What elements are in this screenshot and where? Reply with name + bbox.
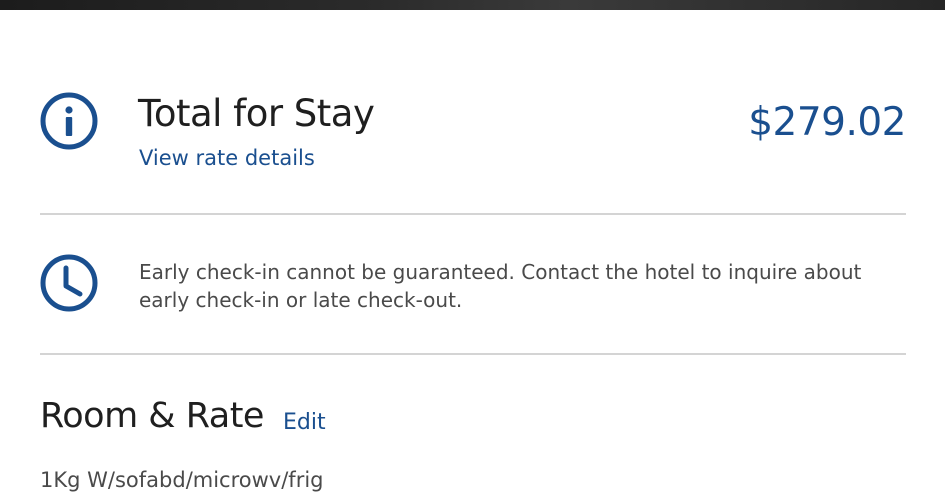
total-price: $279.02 [748,100,906,145]
check-in-notice-section: Early check-in cannot be guaranteed. Con… [40,254,906,324]
clock-icon [40,254,98,312]
early-check-in-notice: Early check-in cannot be guaranteed. Con… [139,260,862,312]
total-for-stay-title: Total for Stay [138,92,375,135]
room-and-rate-section: Room & Rate Edit 1Kg W/sofabd/microwv/fr… [40,396,906,496]
room-and-rate-title: Room & Rate [40,396,264,436]
divider [40,213,906,215]
room-type-description: 1Kg W/sofabd/microwv/frig [40,468,324,492]
view-rate-details-link[interactable]: View rate details [139,146,315,170]
total-for-stay-section: Total for Stay View rate details $279.02 [40,88,906,188]
divider [40,353,906,355]
edit-room-rate-link[interactable]: Edit [283,410,326,435]
header-image-strip [0,0,945,10]
info-icon [40,92,98,150]
